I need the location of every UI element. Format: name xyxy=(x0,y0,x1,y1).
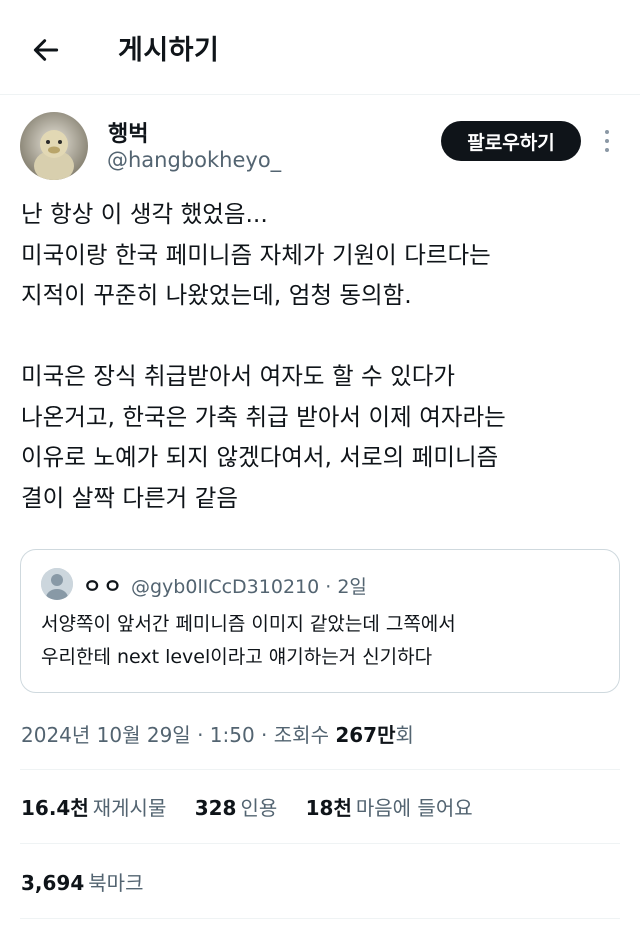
more-options-button[interactable] xyxy=(596,124,618,158)
likes-stat[interactable]: 18천 마음에 들어요 xyxy=(306,792,473,821)
divider xyxy=(20,918,620,919)
likes-label: 마음에 들어요 xyxy=(355,796,473,820)
more-vertical-icon xyxy=(605,130,609,134)
tweet-line: 미국은 장식 취급받아서 여자도 할 수 있다가 xyxy=(21,362,455,390)
quoted-tweet-card[interactable]: ㅇㅇ @gyb0lICcD310210 · 2일 서양쪽이 앞서간 페미니즘 이… xyxy=(20,549,620,693)
divider xyxy=(20,769,620,770)
bookmarks-label: 북마크 xyxy=(88,871,144,895)
page-title: 게시하기 xyxy=(118,35,220,66)
quote-author-name: ㅇㅇ xyxy=(83,574,124,598)
tweet-body: 난 항상 이 생각 했었음... 미국이랑 한국 페미니즘 자체가 기원이 다르… xyxy=(21,194,621,518)
tweet-line: 나온거고, 한국은 가축 취급 받아서 이제 여자라는 xyxy=(21,402,506,431)
view-suffix: 회 xyxy=(395,723,414,747)
back-button[interactable] xyxy=(26,30,66,70)
author-display-name[interactable]: 행벅 xyxy=(108,116,148,148)
quote-body: 서양쪽이 앞서간 페미니즘 이미지 같았는데 그쪽에서 우리한테 next le… xyxy=(41,608,601,674)
tweet-line: 난 항상 이 생각 했었음... xyxy=(21,200,268,228)
divider xyxy=(20,843,620,844)
quote-author-handle-time: @gyb0lICcD310210 · 2일 xyxy=(131,576,367,598)
top-bar: 게시하기 xyxy=(0,0,640,95)
avatar[interactable] xyxy=(20,112,88,180)
quotes-stat[interactable]: 328 인용 xyxy=(195,792,278,821)
tweet-line: 미국이랑 한국 페미니즘 자체가 기원이 다르다는 xyxy=(21,240,491,269)
reposts-label: 재게시물 xyxy=(92,796,167,820)
engagement-stats: 16.4천 재게시물 328 인용 18천 마음에 들어요 xyxy=(21,792,495,821)
quote-line: 우리한테 next level이라고 얘기하는거 신기하다 xyxy=(41,646,433,668)
default-user-avatar-icon xyxy=(41,568,73,600)
timestamp[interactable]: 2024년 10월 29일 · 1:50 · 조회수 xyxy=(21,723,335,747)
quotes-label: 인용 xyxy=(240,796,278,820)
reposts-count: 16.4천 xyxy=(21,796,89,820)
bookmarks-count: 3,694 xyxy=(21,871,85,895)
quote-avatar xyxy=(41,568,73,600)
tweet-metadata: 2024년 10월 29일 · 1:50 · 조회수 267만회 xyxy=(21,719,414,748)
author-handle[interactable]: @hangbokheyo_ xyxy=(107,148,281,172)
tweet-line: 지적이 꾸준히 나왔었는데, 엄청 동의함. xyxy=(21,281,412,309)
follow-button[interactable]: 팔로우하기 xyxy=(441,121,581,161)
quote-line: 서양쪽이 앞서간 페미니즘 이미지 같았는데 그쪽에서 xyxy=(41,613,456,635)
tweet-line: 결이 살짝 다른거 같음 xyxy=(21,483,238,512)
likes-count: 18천 xyxy=(305,796,352,820)
bookmarks-stat[interactable]: 3,694 북마크 xyxy=(21,867,143,896)
view-count: 267만 xyxy=(335,723,396,747)
duck-photo-avatar-icon xyxy=(20,112,88,180)
quotes-count: 328 xyxy=(194,796,237,820)
arrow-left-icon xyxy=(33,39,59,61)
tweet-line: 이유로 노예가 되지 않겠다여서, 서로의 페미니즘 xyxy=(21,443,499,471)
reposts-stat[interactable]: 16.4천 재게시물 xyxy=(21,792,166,821)
